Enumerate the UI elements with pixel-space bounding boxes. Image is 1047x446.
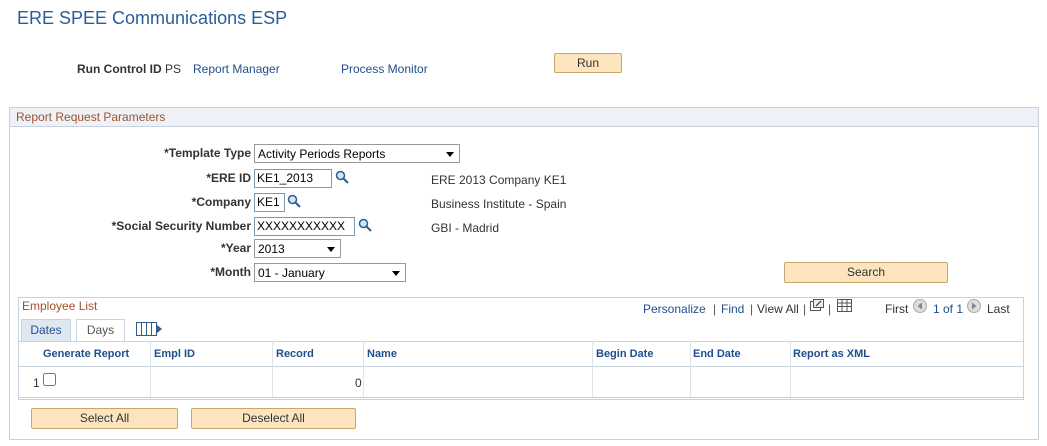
tab-dates[interactable]: Dates bbox=[21, 319, 71, 341]
find-link[interactable]: Find bbox=[721, 302, 744, 316]
nav-separator: | bbox=[713, 302, 717, 316]
search-icon[interactable] bbox=[287, 194, 301, 208]
ere-id-description: ERE 2013 Company KE1 bbox=[431, 173, 567, 187]
last-label: Last bbox=[987, 302, 1010, 316]
col-empl-id[interactable]: Empl ID bbox=[154, 348, 195, 360]
personalize-link[interactable]: Personalize bbox=[643, 302, 706, 316]
nav-separator: | bbox=[750, 302, 754, 316]
col-name[interactable]: Name bbox=[367, 348, 397, 360]
report-manager-link[interactable]: Report Manager bbox=[193, 62, 280, 76]
ere-id-input[interactable]: KE1_2013 bbox=[254, 169, 332, 188]
chevron-down-icon bbox=[327, 247, 335, 252]
year-label: *Year bbox=[220, 241, 251, 255]
company-input[interactable]: KE1 bbox=[254, 193, 285, 212]
table-row bbox=[19, 368, 1023, 398]
select-all-button[interactable]: Select All bbox=[31, 408, 178, 429]
col-report-as-xml[interactable]: Report as XML bbox=[793, 348, 870, 360]
month-select[interactable]: 01 - January bbox=[254, 263, 406, 282]
col-record[interactable]: Record bbox=[276, 348, 314, 360]
record-value: 0 bbox=[355, 376, 362, 390]
nav-separator: | bbox=[803, 302, 807, 316]
search-button[interactable]: Search bbox=[784, 262, 948, 283]
nav-separator: | bbox=[828, 302, 832, 316]
chevron-down-icon bbox=[392, 271, 400, 276]
run-control-label: Run Control ID bbox=[77, 62, 162, 76]
chevron-down-icon bbox=[446, 152, 454, 157]
search-icon[interactable] bbox=[335, 170, 349, 184]
company-label: *Company bbox=[191, 195, 251, 209]
view-all-link[interactable]: View All bbox=[757, 302, 799, 316]
col-end-date[interactable]: End Date bbox=[693, 348, 741, 360]
year-select[interactable]: 2013 bbox=[254, 239, 341, 258]
tab-days[interactable]: Days bbox=[76, 319, 125, 341]
section-title: Report Request Parameters bbox=[16, 110, 166, 124]
run-control-value: PS bbox=[165, 62, 182, 76]
company-description: Business Institute - Spain bbox=[431, 197, 567, 211]
month-label: *Month bbox=[210, 265, 251, 279]
year-value: 2013 bbox=[258, 242, 285, 256]
generate-report-checkbox[interactable] bbox=[43, 373, 56, 386]
search-icon[interactable] bbox=[358, 218, 372, 232]
col-generate-report[interactable]: Generate Report bbox=[43, 348, 129, 360]
ere-id-label: *ERE ID bbox=[206, 171, 251, 185]
run-button[interactable]: Run bbox=[554, 53, 622, 73]
template-type-select[interactable]: Activity Periods Reports bbox=[254, 144, 460, 163]
ssn-label: *Social Security Number bbox=[111, 219, 251, 233]
ssn-input[interactable]: XXXXXXXXXXX bbox=[254, 217, 355, 236]
first-label: First bbox=[885, 302, 909, 316]
employee-list-title: Employee List bbox=[22, 299, 98, 313]
show-all-columns-icon[interactable] bbox=[136, 322, 163, 336]
row-number: 1 bbox=[33, 376, 40, 390]
ssn-description: GBI - Madrid bbox=[431, 221, 500, 235]
download-grid-icon[interactable] bbox=[837, 299, 852, 312]
page-title: ERE SPEE Communications ESP bbox=[17, 8, 288, 28]
next-arrow-icon[interactable] bbox=[967, 299, 981, 313]
template-type-value: Activity Periods Reports bbox=[258, 147, 386, 161]
new-window-icon[interactable] bbox=[810, 299, 824, 312]
deselect-all-button[interactable]: Deselect All bbox=[191, 408, 356, 429]
process-monitor-link[interactable]: Process Monitor bbox=[341, 62, 428, 76]
month-value: 01 - January bbox=[258, 266, 325, 280]
col-begin-date[interactable]: Begin Date bbox=[596, 348, 653, 360]
page-info: 1 of 1 bbox=[933, 302, 964, 316]
previous-arrow-icon[interactable] bbox=[913, 299, 927, 313]
template-type-label: *Template Type bbox=[164, 146, 251, 160]
